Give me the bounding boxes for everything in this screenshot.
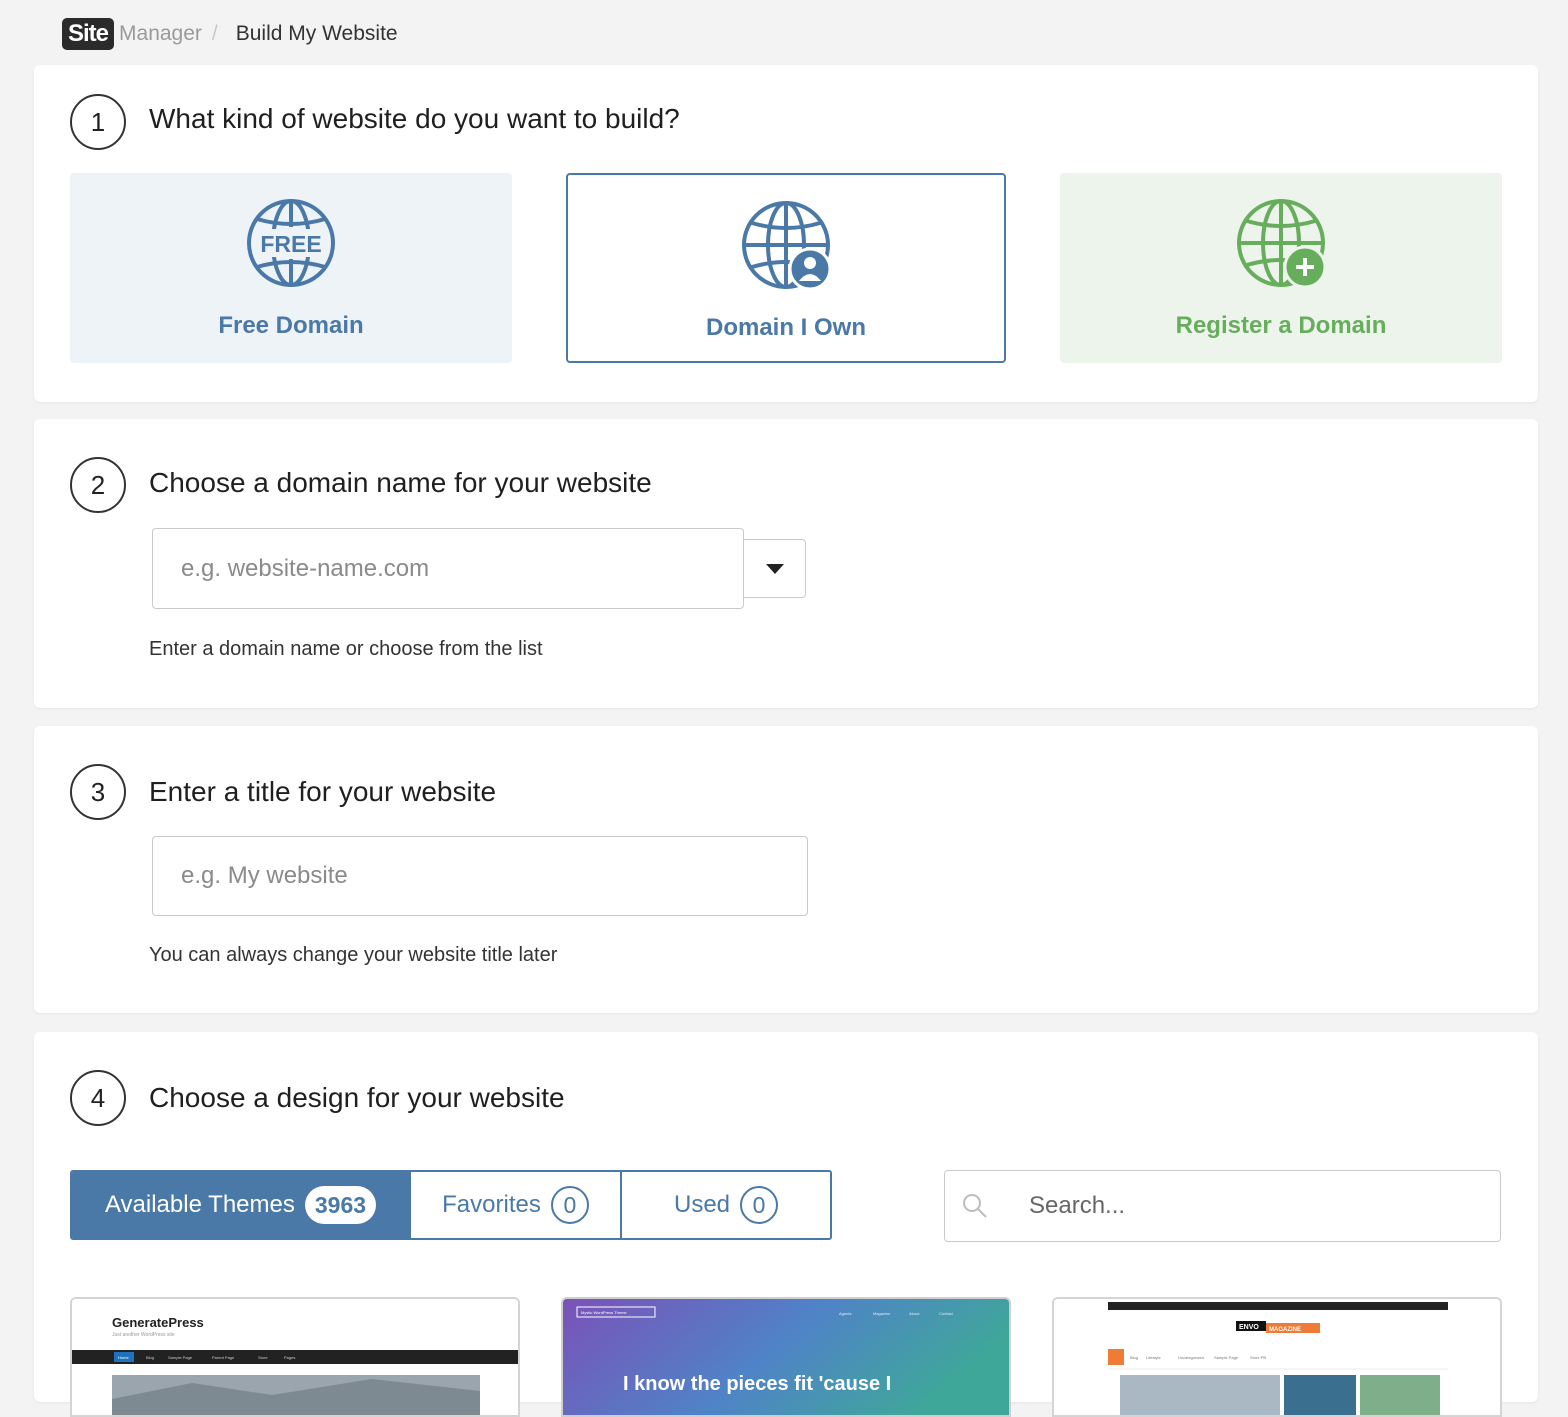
tab-label: Used (673, 1191, 731, 1218)
globe-plus-icon (1235, 173, 1327, 294)
theme-card-envo-magazine[interactable]: ENVO MAGAZINE Blog Lifestyle Uncategoriz… (1052, 1297, 1502, 1417)
theme-name-suffix: MAGAZINE (1269, 1327, 1301, 1333)
theme-card-mystic[interactable]: Mystic WordPress Theme Agents Magazine A… (561, 1297, 1011, 1417)
nav-item: Blog (1130, 1355, 1138, 1360)
nav-item: Store PB (1250, 1355, 1266, 1360)
domain-name-input[interactable]: e.g. website-name.com (152, 528, 744, 609)
step1-card: 1 What kind of website do you want to bu… (34, 65, 1538, 402)
step-title: Enter a title for your website (149, 776, 497, 807)
theme-search-input[interactable]: Search... (944, 1170, 1501, 1242)
count-badge: 0 (550, 1186, 589, 1224)
nav-item: Sample Page (1214, 1355, 1239, 1360)
tab-used[interactable]: Used 0 (620, 1172, 830, 1238)
search-icon (945, 1193, 1005, 1219)
step-title: Choose a domain name for your website (149, 467, 652, 498)
tab-label: Favorites (442, 1191, 541, 1218)
nav-item: Pages (284, 1355, 295, 1360)
breadcrumb-separator: / (211, 22, 218, 45)
register-domain-option[interactable]: Register a Domain (1060, 173, 1502, 363)
domain-i-own-label: Domain I Own (705, 314, 866, 341)
tab-favorites[interactable]: Favorites 0 (409, 1172, 620, 1238)
theme-name: GeneratePress (112, 1315, 204, 1330)
theme-name: Mystic WordPress Theme (581, 1310, 627, 1315)
theme-preview: Mystic WordPress Theme Agents Magazine A… (563, 1299, 1009, 1415)
nav-item: Contact (939, 1311, 954, 1316)
nav-item: Parent Page (212, 1355, 235, 1360)
nav-item: About (909, 1311, 920, 1316)
nav-item: Store (258, 1355, 268, 1360)
nav-item: Blog (146, 1355, 154, 1360)
tab-available-themes[interactable]: Available Themes 3963 (72, 1172, 409, 1238)
register-domain-label: Register a Domain (1175, 312, 1387, 339)
nav-item: Magazine (873, 1311, 891, 1316)
breadcrumb-manager-link[interactable]: Manager (119, 22, 202, 46)
title-help-text: You can always change your website title… (149, 944, 558, 966)
nav-item: Uncategorized (1178, 1355, 1204, 1360)
count-badge: 3963 (304, 1186, 377, 1224)
domain-dropdown-button[interactable] (744, 539, 806, 598)
step3-card: 3 Enter a title for your website e.g. My… (34, 726, 1538, 1013)
step-title: What kind of website do you want to buil… (149, 103, 680, 134)
domain-i-own-option[interactable]: Domain I Own (566, 173, 1006, 363)
globe-user-icon (740, 175, 832, 296)
theme-name: ENVO (1239, 1324, 1259, 1331)
theme-headline: I know the pieces fit 'cause I (623, 1373, 891, 1395)
nav-item: Lifestyle (1146, 1355, 1161, 1360)
theme-preview: GeneratePress Just another WordPress sit… (72, 1299, 518, 1415)
site-logo[interactable]: Site (62, 18, 115, 50)
count-badge: 0 (740, 1186, 779, 1224)
step-number: 2 (70, 457, 126, 513)
free-domain-label: Free Domain (218, 312, 364, 339)
tab-label: Available Themes (104, 1191, 295, 1218)
free-globe-icon: FREE (245, 173, 337, 294)
step-number: 4 (70, 1070, 126, 1126)
website-title-input[interactable]: e.g. My website (152, 836, 808, 916)
domain-help-text: Enter a domain name or choose from the l… (149, 638, 543, 660)
step4-card: 4 Choose a design for your website Avail… (34, 1032, 1538, 1417)
step2-card: 2 Choose a domain name for your website … (34, 419, 1538, 708)
nav-item: Home (118, 1355, 129, 1360)
step-number: 1 (70, 94, 126, 150)
step-number: 3 (70, 764, 126, 820)
search-placeholder: Search... (1029, 1192, 1126, 1219)
theme-tabs: Available Themes 3963 Favorites 0 Used 0 (70, 1170, 832, 1240)
theme-tagline: Just another WordPress site (112, 1332, 175, 1338)
breadcrumb-current: Build My Website (235, 22, 398, 45)
caret-down-icon (765, 563, 784, 574)
nav-item: Sample Page (168, 1355, 193, 1360)
theme-preview: ENVO MAGAZINE Blog Lifestyle Uncategoriz… (1054, 1299, 1500, 1415)
breadcrumb: Site Manager / Build My Website (62, 18, 398, 50)
step-title: Choose a design for your website (149, 1082, 565, 1113)
free-domain-option[interactable]: FREE Free Domain (70, 173, 512, 363)
free-icon-text: FREE (260, 231, 321, 257)
theme-card-generatepress[interactable]: GeneratePress Just another WordPress sit… (70, 1297, 520, 1417)
nav-item: Agents (839, 1311, 851, 1316)
